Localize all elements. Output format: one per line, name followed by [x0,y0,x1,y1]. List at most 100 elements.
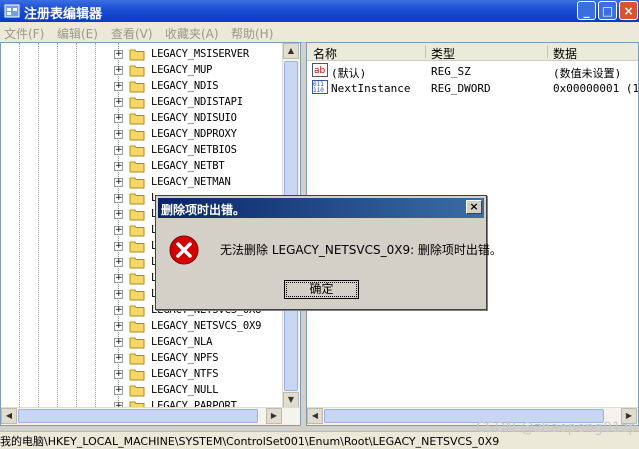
list-item[interactable]: 011 110 NextInstance REG_DWORD 0x0000000… [307,80,638,96]
scroll-up-button[interactable]: ▲ [283,43,299,59]
tree-node[interactable]: + LEGACY_NDISUIO [1,111,291,127]
folder-icon [129,305,145,317]
tree-node[interactable]: + LEGACY_NPFS [1,351,291,367]
folder-icon [129,257,145,269]
expand-toggle-icon[interactable]: + [114,114,123,123]
expand-toggle-icon[interactable]: + [114,370,123,379]
value-type: REG_DWORD [431,82,491,95]
tree-node-label: LEGACY_NDISUIO [151,112,237,124]
expand-toggle-icon[interactable]: + [114,354,123,363]
tree-node[interactable]: + LEGACY_NETMAN [1,175,291,191]
expand-toggle-icon[interactable]: + [114,146,123,155]
tree-node[interactable]: + LEGACY_NLA [1,335,291,351]
dialog-message: 无法删除 LEGACY_NETSVCS_0X9: 删除项时出错。 [220,243,502,257]
tree-node[interactable]: + LEGACY_NULL [1,383,291,399]
expand-toggle-icon[interactable]: + [114,338,123,347]
expand-toggle-icon[interactable]: + [114,98,123,107]
expand-toggle-icon[interactable]: + [114,210,123,219]
tree-node-label: LEGACY_NPFS [151,352,219,364]
menu-file[interactable]: 文件(F) [4,25,44,42]
folder-icon [129,177,145,189]
tree-node-label: LEGACY_NETMAN [151,176,231,188]
menu-help[interactable]: 帮助(H) [231,25,273,42]
folder-icon [129,209,145,221]
folder-icon [129,49,145,61]
tree-node[interactable]: + LEGACY_MUP [1,63,291,79]
scroll-thumb[interactable] [18,409,258,423]
binary-value-icon: 011 110 [312,80,328,94]
expand-toggle-icon[interactable]: + [114,306,123,315]
tree-node-label: LEGACY_NDISTAPI [151,96,243,108]
column-divider[interactable] [547,45,548,58]
folder-icon [129,369,145,381]
error-icon [169,235,199,265]
ok-button[interactable]: 确定 [284,280,359,299]
tree-node[interactable]: + LEGACY_NTFS [1,367,291,383]
expand-toggle-icon[interactable]: + [114,322,123,331]
column-header-name[interactable]: 名称 [313,45,337,62]
tree-node-label: LEGACY_NTFS [151,368,219,380]
scroll-left-button[interactable]: ◀ [307,408,323,424]
regedit-app-icon [4,4,20,18]
folder-icon [129,81,145,93]
expand-toggle-icon[interactable]: + [114,162,123,171]
expand-toggle-icon[interactable]: + [114,242,123,251]
folder-icon [129,321,145,333]
value-type: REG_SZ [431,65,471,78]
folder-icon [129,193,145,205]
tree-node-label: LEGACY_MUP [151,64,213,76]
dialog-titlebar: 删除项时出错。 × [158,198,484,218]
value-name: (默认) [331,67,367,80]
menu-bar: 文件(F) 编辑(E) 查看(V) 收藏夹(A) 帮助(H) [0,22,639,43]
maximize-button[interactable]: □ [598,1,617,20]
window-title: 注册表编辑器 [24,7,103,22]
tree-node[interactable]: + LEGACY_NETBIOS [1,143,291,159]
dialog-close-button[interactable]: × [466,200,482,214]
expand-toggle-icon[interactable]: + [114,258,123,267]
expand-toggle-icon[interactable]: + [114,194,123,203]
menu-favorites[interactable]: 收藏夹(A) [165,25,219,42]
column-divider[interactable] [425,45,426,58]
expand-toggle-icon[interactable]: + [114,386,123,395]
folder-icon [129,289,145,301]
scroll-right-button[interactable]: ▶ [266,408,282,424]
window-titlebar: 注册表编辑器 _ □ × [0,0,639,22]
tree-node[interactable]: + LEGACY_NETSVCS_0X9 [1,319,291,335]
expand-toggle-icon[interactable]: + [114,226,123,235]
list-header: 名称 类型 数据 [307,43,638,62]
expand-toggle-icon[interactable]: + [114,290,123,299]
expand-toggle-icon[interactable]: + [114,274,123,283]
folder-icon [129,337,145,349]
expand-toggle-icon[interactable]: + [114,130,123,139]
list-item[interactable]: ab (默认) REG_SZ (数值未设置) [307,63,638,80]
svg-text:ab: ab [314,66,326,76]
menu-edit[interactable]: 编辑(E) [57,25,98,42]
tree-node-label: LEGACY_NDIS [151,80,219,92]
status-path: 我的电脑\HKEY_LOCAL_MACHINE\SYSTEM\ControlSe… [0,435,500,448]
column-header-type[interactable]: 类型 [431,45,455,62]
dialog-title: 删除项时出错。 [161,203,246,217]
tree-node[interactable]: + LEGACY_NDPROXY [1,127,291,143]
tree-node[interactable]: + LEGACY_NDIS [1,79,291,95]
tree-node[interactable]: + LEGACY_NDISTAPI [1,95,291,111]
tree-horizontal-scrollbar[interactable]: ◀ ▶ [1,407,300,425]
close-button[interactable]: × [619,1,638,20]
folder-icon [129,273,145,285]
tree-node[interactable]: + LEGACY_MSISERVER [1,47,291,63]
expand-toggle-icon[interactable]: + [114,50,123,59]
scroll-down-button[interactable]: ▼ [283,392,299,408]
column-header-data[interactable]: 数据 [553,45,577,62]
tree-node-label: LEGACY_NLA [151,336,213,348]
menu-view[interactable]: 查看(V) [111,25,153,42]
scroll-left-button[interactable]: ◀ [1,408,17,424]
folder-icon [129,385,145,397]
tree-node[interactable]: + LEGACY_NETBT [1,159,291,175]
watermark: CSDN @zhaopeng01zp [475,420,637,436]
minimize-button[interactable]: _ [577,1,596,20]
expand-toggle-icon[interactable]: + [114,82,123,91]
expand-toggle-icon[interactable]: + [114,66,123,75]
error-dialog: 删除项时出错。 × 无法删除 LEGACY_NETSVCS_0X9: 删除项时出… [155,195,502,310]
string-value-icon: ab [312,63,328,77]
focus-rect [286,282,357,297]
expand-toggle-icon[interactable]: + [114,178,123,187]
